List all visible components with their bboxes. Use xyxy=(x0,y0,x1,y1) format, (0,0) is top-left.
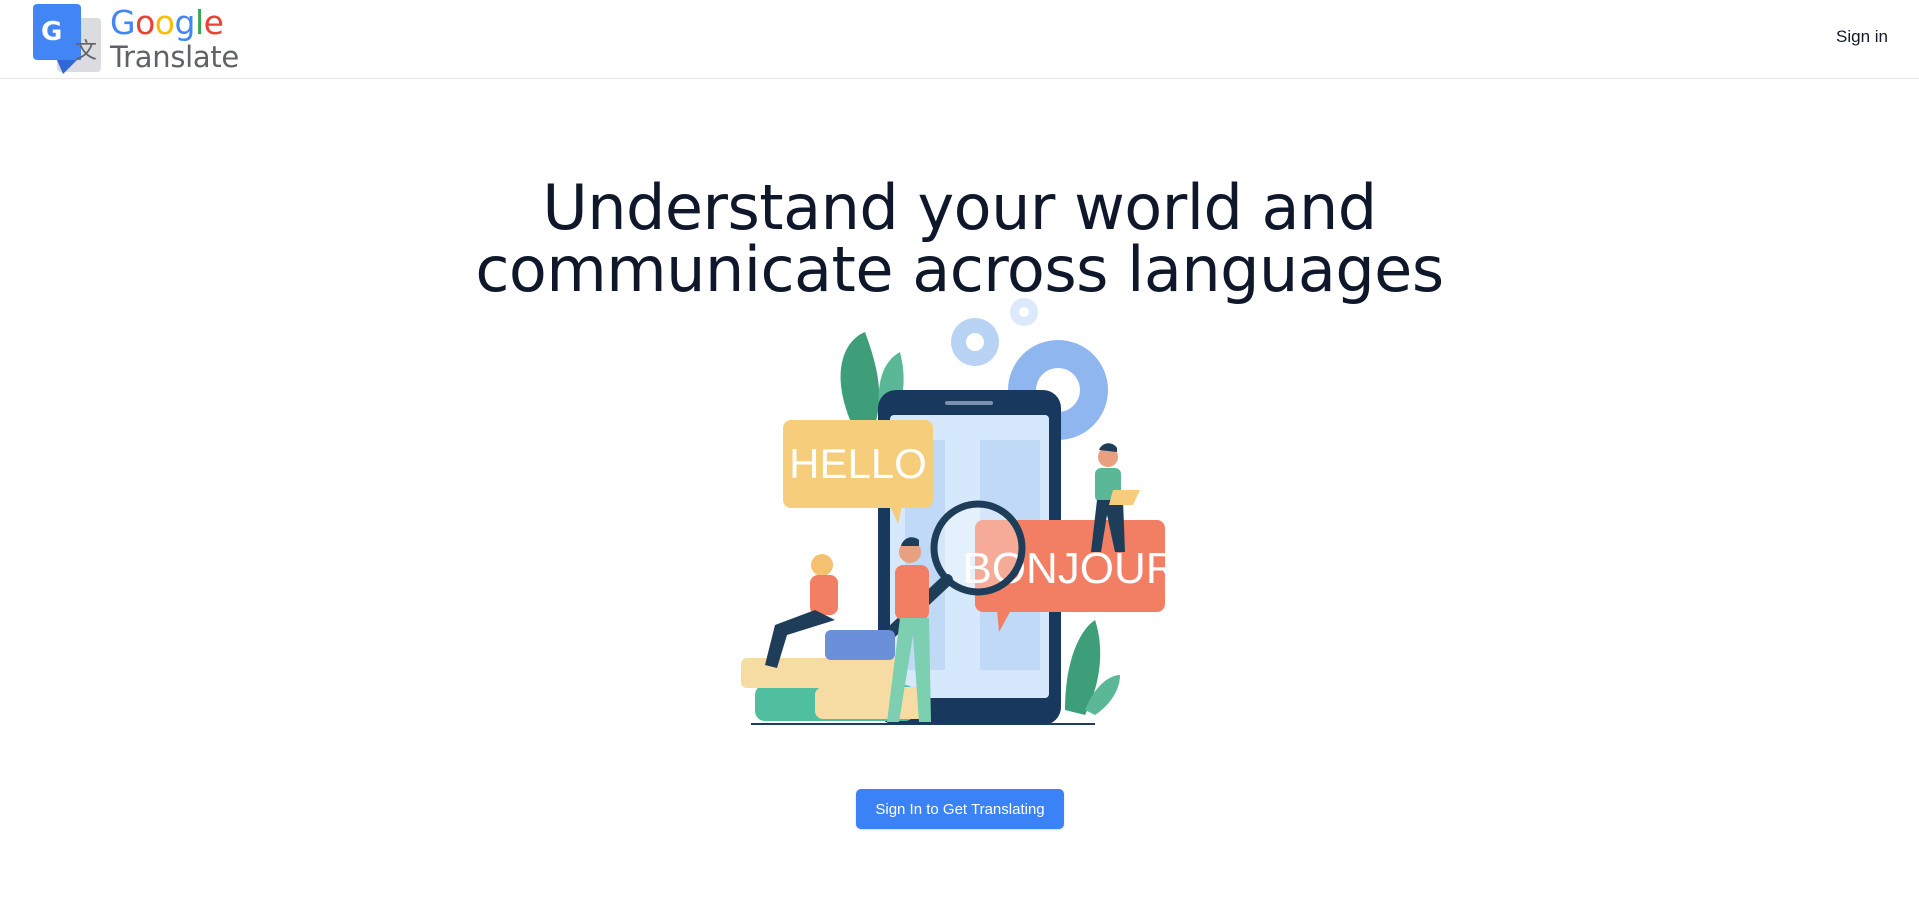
book xyxy=(825,630,895,660)
logo-letter: o xyxy=(135,3,155,42)
headline-line-1: Understand your world and xyxy=(542,170,1377,244)
logo-letter: l xyxy=(194,3,204,42)
book xyxy=(815,687,925,719)
sign-in-to-translate-button[interactable]: Sign In to Get Translating xyxy=(856,789,1064,829)
logo-translate-wordmark: Translate xyxy=(110,40,239,74)
hero-illustration: HELLO BONJOUR xyxy=(741,298,1175,725)
hero-headline: Understand your world and communicate ac… xyxy=(0,170,1919,301)
logo-letter: G xyxy=(110,3,136,42)
hello-text: HELLO xyxy=(789,440,927,487)
plant-leaves xyxy=(840,332,880,425)
logo-letter: o xyxy=(154,3,175,42)
logo-letter: e xyxy=(203,3,224,42)
top-bar: G 文 Google Translate Sign in xyxy=(0,0,1919,79)
phone-speaker xyxy=(945,401,993,405)
svg-text:文: 文 xyxy=(75,39,97,64)
gear-icon xyxy=(951,318,999,366)
translate-icon: G 文 xyxy=(33,4,101,74)
logo-google-wordmark: Google xyxy=(110,3,224,42)
book xyxy=(741,658,901,688)
logo-letter: g xyxy=(174,3,195,42)
google-translate-logo[interactable]: G 文 Google Translate xyxy=(33,2,239,74)
gear-icon xyxy=(1010,298,1038,326)
sign-in-link[interactable]: Sign in xyxy=(1836,27,1888,47)
svg-text:G: G xyxy=(41,17,62,47)
